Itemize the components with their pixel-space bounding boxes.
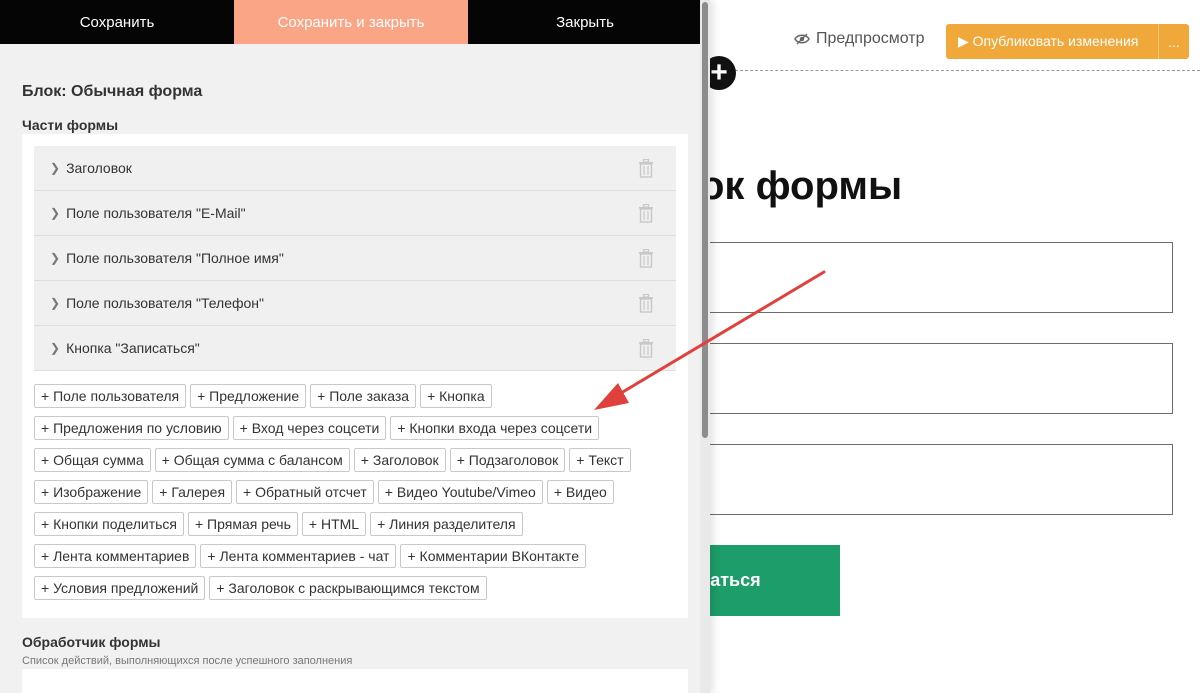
trash-icon[interactable] [638, 203, 654, 228]
add-part-button[interactable]: + Видео Youtube/Vimeo [377, 480, 543, 504]
preview-submit-button[interactable]: саться [700, 545, 840, 616]
add-part-button[interactable]: + Поле заказа [310, 384, 417, 408]
add-button-row: + Кнопки поделиться + Прямая речь + HTML + … [34, 512, 676, 536]
form-handler-box [22, 669, 688, 693]
publish-label: ▶ Опубликовать изменения [958, 33, 1139, 49]
add-part-button[interactable]: + Предложения по условию [34, 416, 229, 440]
form-part-label: Кнопка "Записаться" [66, 340, 200, 356]
add-button-row: + Изображение + Галерея + Обратный отсчет +… [34, 480, 676, 504]
editor-toolbar: Сохранить Сохранить и закрыть Закрыть [0, 0, 710, 44]
form-parts-box: ❯ Заголовок ❯ Поле пользователя "E-Mail" ❯ По… [22, 134, 688, 618]
add-part-button[interactable]: + Комментарии ВКонтакте [400, 544, 586, 568]
preview-form-title: ок формы [700, 164, 903, 208]
page-preview: Предпросмотр ▶ Опубликовать изменения ..… [700, 0, 1200, 693]
scrollbar-thumb[interactable] [702, 2, 708, 438]
trash-icon[interactable] [638, 293, 654, 318]
trash-icon[interactable] [638, 338, 654, 363]
add-part-button[interactable]: + Галерея [152, 480, 233, 504]
form-part-label: Поле пользователя "Полное имя" [66, 250, 284, 266]
block-editor-panel: Сохранить Сохранить и закрыть Закрыть Бл… [0, 0, 710, 693]
add-part-button[interactable]: + Вход через соцсети [232, 416, 387, 440]
form-parts-list: ❯ Заголовок ❯ Поле пользователя "E-Mail" ❯ По… [34, 146, 676, 371]
add-part-button[interactable]: + Изображение [34, 480, 149, 504]
more-label: ... [1168, 33, 1180, 50]
add-part-button[interactable]: + Лента комментариев [34, 544, 197, 568]
preview-input-name[interactable] [700, 343, 1173, 414]
chevron-right-icon[interactable]: ❯ [50, 341, 60, 355]
add-part-button[interactable]: + Текст [569, 448, 631, 472]
eye-icon [794, 33, 810, 45]
add-button-row: + Условия предложений + Заголовок с раскр… [34, 576, 676, 600]
form-part-row[interactable]: ❯ Поле пользователя "E-Mail" [34, 191, 676, 236]
close-button[interactable]: Закрыть [468, 0, 702, 44]
add-part-button[interactable]: + Линия разделителя [370, 512, 523, 536]
block-title: Блок: Обычная форма [22, 83, 203, 100]
add-part-button[interactable]: + Поле пользователя [34, 384, 187, 408]
add-part-button[interactable]: + Видео [546, 480, 614, 504]
preview-link[interactable]: Предпросмотр [794, 30, 925, 48]
add-part-button[interactable]: + Общая сумма с балансом [154, 448, 350, 472]
form-handler-heading: Обработчик формы [22, 634, 161, 650]
add-part-button[interactable]: + Заголовок [353, 448, 446, 472]
trash-icon[interactable] [638, 248, 654, 273]
form-parts-heading: Части формы [22, 117, 119, 133]
form-part-label: Поле пользователя "E-Mail" [66, 205, 246, 221]
form-part-row[interactable]: ❯ Поле пользователя "Полное имя" [34, 236, 676, 281]
preview-label: Предпросмотр [816, 30, 925, 47]
add-part-button[interactable]: + Общая сумма [34, 448, 151, 472]
form-handler-subtitle: Список действий, выполняющихся после усп… [22, 655, 353, 667]
chevron-right-icon[interactable]: ❯ [50, 206, 60, 220]
add-part-button[interactable]: + Предложение [190, 384, 307, 408]
preview-input-email[interactable] [700, 242, 1173, 313]
chevron-right-icon[interactable]: ❯ [50, 161, 60, 175]
add-part-button[interactable]: + Прямая речь [187, 512, 298, 536]
add-button-row: + Общая сумма + Общая сумма с балансом + З… [34, 448, 676, 472]
add-part-buttons: + Поле пользователя + Предложение + Поле з… [34, 384, 676, 608]
add-part-button[interactable]: + Подзаголовок [449, 448, 566, 472]
trash-icon[interactable] [638, 158, 654, 183]
add-part-button[interactable]: + Лента комментариев - чат [200, 544, 397, 568]
add-part-button[interactable]: + Заголовок с раскрывающимся текстом [209, 576, 487, 600]
add-part-button[interactable]: + Кнопки входа через соцсети [390, 416, 600, 440]
save-and-close-button[interactable]: Сохранить и закрыть [234, 0, 468, 44]
add-button-row: + Поле пользователя + Предложение + Поле з… [34, 384, 676, 408]
more-options-button[interactable]: ... [1158, 24, 1189, 59]
add-part-button[interactable]: + HTML [301, 512, 367, 536]
add-part-button[interactable]: + Кнопка [420, 384, 492, 408]
add-part-button[interactable]: + Условия предложений [34, 576, 206, 600]
form-part-row[interactable]: ❯ Поле пользователя "Телефон" [34, 281, 676, 326]
add-button-row: + Предложения по условию + Вход через соц… [34, 416, 676, 440]
add-part-button[interactable]: + Кнопки поделиться [34, 512, 184, 536]
form-part-row[interactable]: ❯ Кнопка "Записаться" [34, 326, 676, 371]
preview-input-phone[interactable] [700, 444, 1173, 515]
form-part-label: Заголовок [66, 160, 132, 176]
block-divider [720, 70, 1200, 71]
save-button[interactable]: Сохранить [0, 0, 234, 44]
publish-button[interactable]: ▶ Опубликовать изменения [946, 24, 1158, 59]
add-part-button[interactable]: + Обратный отсчет [236, 480, 374, 504]
add-button-row: + Лента комментариев + Лента комментариев… [34, 544, 676, 568]
chevron-right-icon[interactable]: ❯ [50, 296, 60, 310]
chevron-right-icon[interactable]: ❯ [50, 251, 60, 265]
form-part-row[interactable]: ❯ Заголовок [34, 146, 676, 191]
preview-topbar: Предпросмотр ▶ Опубликовать изменения ..… [700, 0, 1200, 70]
form-part-label: Поле пользователя "Телефон" [66, 295, 265, 311]
